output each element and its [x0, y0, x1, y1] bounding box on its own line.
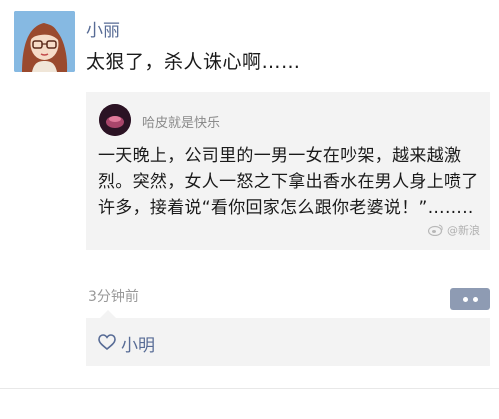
comment-dots-icon — [472, 296, 478, 302]
author-avatar[interactable] — [14, 11, 75, 72]
author-name[interactable]: 小丽 — [86, 16, 120, 41]
post-text: 太狠了，杀人诛心啊…… — [86, 51, 301, 73]
shared-avatar-icon — [99, 104, 131, 136]
watermark-text: @新浪 — [447, 224, 480, 237]
shared-username: 哈皮就是快乐 — [142, 116, 221, 131]
weibo-watermark: @新浪 — [428, 222, 480, 238]
shared-avatar — [99, 104, 131, 136]
like-user-name[interactable]: 小明 — [121, 331, 155, 356]
heart-icon — [98, 334, 116, 350]
shared-link-card[interactable]: 哈皮就是快乐 一天晚上，公司里的一男一女在吵架，越来越激烈。突然，女人一怒之下拿… — [86, 92, 490, 250]
likes-panel: 小明 — [86, 310, 490, 366]
divider — [0, 388, 499, 389]
shared-text: 一天晚上，公司里的一男一女在吵架，越来越激烈。突然，女人一怒之下拿出香水在男人身… — [98, 146, 479, 218]
post-timestamp: 3分钟前 — [88, 289, 139, 305]
weibo-logo-icon — [428, 224, 443, 236]
comment-button[interactable] — [450, 288, 490, 310]
comment-dots-icon — [462, 296, 468, 302]
moments-post: 小丽 太狠了，杀人诛心啊…… 哈皮就是快乐 一天晚上，公司里的一男一女在吵架，越… — [0, 0, 499, 419]
avatar-girl-icon — [14, 11, 75, 72]
